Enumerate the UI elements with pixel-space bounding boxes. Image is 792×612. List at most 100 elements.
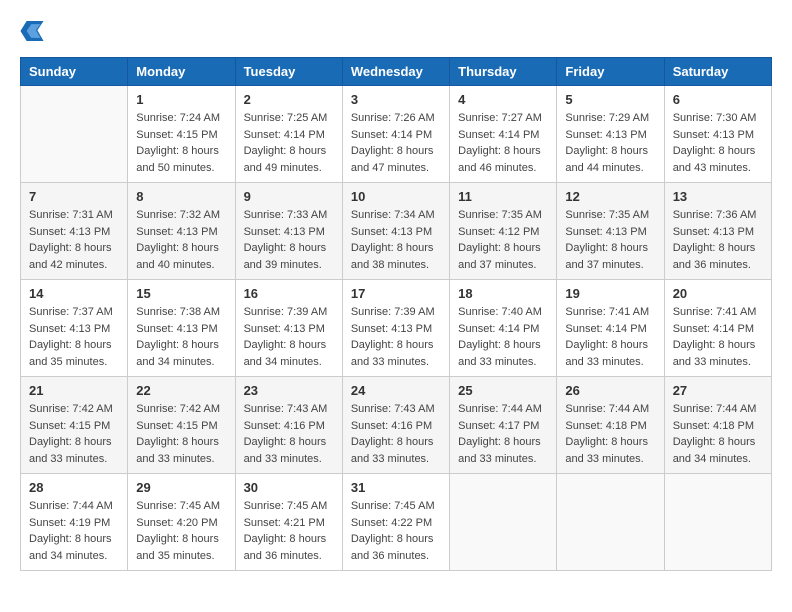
day-cell: 31 Sunrise: 7:45 AM Sunset: 4:22 PM Dayl… xyxy=(342,474,449,571)
day-cell xyxy=(664,474,771,571)
day-info: Sunrise: 7:32 AM Sunset: 4:13 PM Dayligh… xyxy=(136,207,226,273)
day-info: Sunrise: 7:42 AM Sunset: 4:15 PM Dayligh… xyxy=(29,401,119,467)
weekday-header-thursday: Thursday xyxy=(450,58,557,86)
day-info: Sunrise: 7:34 AM Sunset: 4:13 PM Dayligh… xyxy=(351,207,441,273)
header xyxy=(20,20,772,41)
day-number: 17 xyxy=(351,286,441,301)
day-info: Sunrise: 7:43 AM Sunset: 4:16 PM Dayligh… xyxy=(244,401,334,467)
day-number: 24 xyxy=(351,383,441,398)
day-info: Sunrise: 7:45 AM Sunset: 4:21 PM Dayligh… xyxy=(244,498,334,564)
day-number: 29 xyxy=(136,480,226,495)
day-cell: 11 Sunrise: 7:35 AM Sunset: 4:12 PM Dayl… xyxy=(450,183,557,280)
day-number: 3 xyxy=(351,92,441,107)
day-number: 4 xyxy=(458,92,548,107)
day-cell: 5 Sunrise: 7:29 AM Sunset: 4:13 PM Dayli… xyxy=(557,86,664,183)
day-cell: 23 Sunrise: 7:43 AM Sunset: 4:16 PM Dayl… xyxy=(235,377,342,474)
day-info: Sunrise: 7:38 AM Sunset: 4:13 PM Dayligh… xyxy=(136,304,226,370)
day-number: 12 xyxy=(565,189,655,204)
day-number: 7 xyxy=(29,189,119,204)
day-info: Sunrise: 7:37 AM Sunset: 4:13 PM Dayligh… xyxy=(29,304,119,370)
day-cell xyxy=(450,474,557,571)
day-info: Sunrise: 7:30 AM Sunset: 4:13 PM Dayligh… xyxy=(673,110,763,176)
day-info: Sunrise: 7:42 AM Sunset: 4:15 PM Dayligh… xyxy=(136,401,226,467)
day-cell: 4 Sunrise: 7:27 AM Sunset: 4:14 PM Dayli… xyxy=(450,86,557,183)
day-number: 16 xyxy=(244,286,334,301)
day-cell: 17 Sunrise: 7:39 AM Sunset: 4:13 PM Dayl… xyxy=(342,280,449,377)
day-number: 26 xyxy=(565,383,655,398)
day-number: 10 xyxy=(351,189,441,204)
weekday-header-friday: Friday xyxy=(557,58,664,86)
day-cell xyxy=(557,474,664,571)
day-number: 11 xyxy=(458,189,548,204)
week-row-1: 1 Sunrise: 7:24 AM Sunset: 4:15 PM Dayli… xyxy=(21,86,772,183)
day-number: 2 xyxy=(244,92,334,107)
day-cell: 6 Sunrise: 7:30 AM Sunset: 4:13 PM Dayli… xyxy=(664,86,771,183)
weekday-header-tuesday: Tuesday xyxy=(235,58,342,86)
day-number: 9 xyxy=(244,189,334,204)
day-number: 25 xyxy=(458,383,548,398)
weekday-header-row: SundayMondayTuesdayWednesdayThursdayFrid… xyxy=(21,58,772,86)
calendar: SundayMondayTuesdayWednesdayThursdayFrid… xyxy=(20,57,772,571)
day-cell: 29 Sunrise: 7:45 AM Sunset: 4:20 PM Dayl… xyxy=(128,474,235,571)
day-info: Sunrise: 7:29 AM Sunset: 4:13 PM Dayligh… xyxy=(565,110,655,176)
day-number: 1 xyxy=(136,92,226,107)
day-cell: 30 Sunrise: 7:45 AM Sunset: 4:21 PM Dayl… xyxy=(235,474,342,571)
day-info: Sunrise: 7:25 AM Sunset: 4:14 PM Dayligh… xyxy=(244,110,334,176)
day-number: 28 xyxy=(29,480,119,495)
day-number: 13 xyxy=(673,189,763,204)
weekday-header-wednesday: Wednesday xyxy=(342,58,449,86)
day-info: Sunrise: 7:44 AM Sunset: 4:18 PM Dayligh… xyxy=(565,401,655,467)
day-info: Sunrise: 7:44 AM Sunset: 4:18 PM Dayligh… xyxy=(673,401,763,467)
day-cell xyxy=(21,86,128,183)
day-cell: 14 Sunrise: 7:37 AM Sunset: 4:13 PM Dayl… xyxy=(21,280,128,377)
day-cell: 18 Sunrise: 7:40 AM Sunset: 4:14 PM Dayl… xyxy=(450,280,557,377)
week-row-5: 28 Sunrise: 7:44 AM Sunset: 4:19 PM Dayl… xyxy=(21,474,772,571)
day-number: 30 xyxy=(244,480,334,495)
day-cell: 21 Sunrise: 7:42 AM Sunset: 4:15 PM Dayl… xyxy=(21,377,128,474)
day-cell: 12 Sunrise: 7:35 AM Sunset: 4:13 PM Dayl… xyxy=(557,183,664,280)
day-info: Sunrise: 7:35 AM Sunset: 4:13 PM Dayligh… xyxy=(565,207,655,273)
day-number: 19 xyxy=(565,286,655,301)
day-info: Sunrise: 7:24 AM Sunset: 4:15 PM Dayligh… xyxy=(136,110,226,176)
day-cell: 8 Sunrise: 7:32 AM Sunset: 4:13 PM Dayli… xyxy=(128,183,235,280)
day-number: 18 xyxy=(458,286,548,301)
day-info: Sunrise: 7:35 AM Sunset: 4:12 PM Dayligh… xyxy=(458,207,548,273)
day-cell: 2 Sunrise: 7:25 AM Sunset: 4:14 PM Dayli… xyxy=(235,86,342,183)
day-number: 31 xyxy=(351,480,441,495)
week-row-2: 7 Sunrise: 7:31 AM Sunset: 4:13 PM Dayli… xyxy=(21,183,772,280)
day-info: Sunrise: 7:39 AM Sunset: 4:13 PM Dayligh… xyxy=(351,304,441,370)
weekday-header-sunday: Sunday xyxy=(21,58,128,86)
day-cell: 9 Sunrise: 7:33 AM Sunset: 4:13 PM Dayli… xyxy=(235,183,342,280)
day-info: Sunrise: 7:41 AM Sunset: 4:14 PM Dayligh… xyxy=(673,304,763,370)
day-number: 8 xyxy=(136,189,226,204)
day-info: Sunrise: 7:45 AM Sunset: 4:20 PM Dayligh… xyxy=(136,498,226,564)
day-info: Sunrise: 7:40 AM Sunset: 4:14 PM Dayligh… xyxy=(458,304,548,370)
day-info: Sunrise: 7:44 AM Sunset: 4:19 PM Dayligh… xyxy=(29,498,119,564)
day-cell: 25 Sunrise: 7:44 AM Sunset: 4:17 PM Dayl… xyxy=(450,377,557,474)
day-cell: 28 Sunrise: 7:44 AM Sunset: 4:19 PM Dayl… xyxy=(21,474,128,571)
day-info: Sunrise: 7:39 AM Sunset: 4:13 PM Dayligh… xyxy=(244,304,334,370)
day-number: 6 xyxy=(673,92,763,107)
weekday-header-monday: Monday xyxy=(128,58,235,86)
day-cell: 1 Sunrise: 7:24 AM Sunset: 4:15 PM Dayli… xyxy=(128,86,235,183)
day-cell: 7 Sunrise: 7:31 AM Sunset: 4:13 PM Dayli… xyxy=(21,183,128,280)
day-cell: 3 Sunrise: 7:26 AM Sunset: 4:14 PM Dayli… xyxy=(342,86,449,183)
day-cell: 26 Sunrise: 7:44 AM Sunset: 4:18 PM Dayl… xyxy=(557,377,664,474)
day-cell: 22 Sunrise: 7:42 AM Sunset: 4:15 PM Dayl… xyxy=(128,377,235,474)
day-info: Sunrise: 7:43 AM Sunset: 4:16 PM Dayligh… xyxy=(351,401,441,467)
day-info: Sunrise: 7:45 AM Sunset: 4:22 PM Dayligh… xyxy=(351,498,441,564)
day-number: 5 xyxy=(565,92,655,107)
day-cell: 24 Sunrise: 7:43 AM Sunset: 4:16 PM Dayl… xyxy=(342,377,449,474)
day-cell: 27 Sunrise: 7:44 AM Sunset: 4:18 PM Dayl… xyxy=(664,377,771,474)
week-row-3: 14 Sunrise: 7:37 AM Sunset: 4:13 PM Dayl… xyxy=(21,280,772,377)
logo-icon xyxy=(20,21,44,41)
day-number: 14 xyxy=(29,286,119,301)
week-row-4: 21 Sunrise: 7:42 AM Sunset: 4:15 PM Dayl… xyxy=(21,377,772,474)
day-cell: 19 Sunrise: 7:41 AM Sunset: 4:14 PM Dayl… xyxy=(557,280,664,377)
day-number: 22 xyxy=(136,383,226,398)
day-number: 27 xyxy=(673,383,763,398)
day-cell: 15 Sunrise: 7:38 AM Sunset: 4:13 PM Dayl… xyxy=(128,280,235,377)
day-info: Sunrise: 7:33 AM Sunset: 4:13 PM Dayligh… xyxy=(244,207,334,273)
day-cell: 20 Sunrise: 7:41 AM Sunset: 4:14 PM Dayl… xyxy=(664,280,771,377)
day-info: Sunrise: 7:41 AM Sunset: 4:14 PM Dayligh… xyxy=(565,304,655,370)
